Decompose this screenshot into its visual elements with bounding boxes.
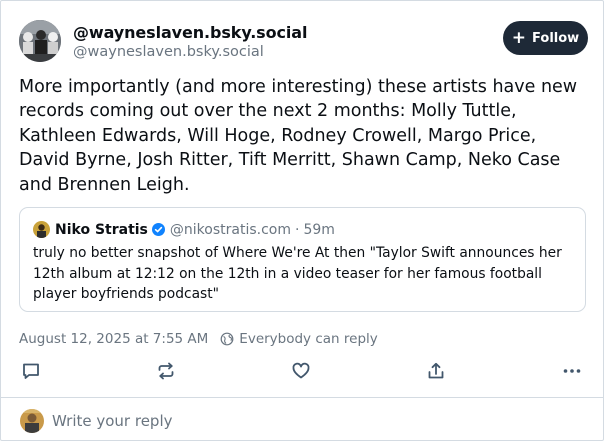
plus-icon: + [511,27,527,48]
current-user-avatar [20,409,44,433]
post-card: @wayneslaven.bsky.social @wayneslaven.bs… [0,0,604,441]
quoted-post-header: Niko Stratis @nikostratis.com · 59m [33,221,335,238]
reply-icon[interactable] [20,360,42,382]
divider [1,397,603,398]
post-meta: August 12, 2025 at 7:55 AM Everybody can… [19,331,378,347]
reply-input[interactable]: Write your reply [52,412,173,430]
like-icon[interactable] [290,360,312,382]
follow-button[interactable]: + Follow [503,21,588,55]
quoted-author-handle: @nikostratis.com [169,221,291,238]
author-avatar[interactable] [19,20,61,62]
quoted-post[interactable]: Niko Stratis @nikostratis.com · 59m trul… [19,207,586,312]
globe-icon [220,332,234,346]
quoted-author-name: Niko Stratis [55,221,148,238]
post-timestamp[interactable]: August 12, 2025 at 7:55 AM [19,331,208,347]
follow-label: Follow [532,30,580,46]
author-display-name[interactable]: @wayneslaven.bsky.social [73,23,307,42]
quoted-separator: · [294,221,300,238]
post-text: More importantly (and more interesting) … [19,77,578,195]
author-handle[interactable]: @wayneslaven.bsky.social [73,44,264,60]
share-icon[interactable] [425,360,447,382]
verified-badge-icon [151,223,165,236]
reply-setting[interactable]: Everybody can reply [239,331,377,347]
repost-icon[interactable] [155,360,177,382]
more-icon[interactable] [561,360,583,382]
quoted-author-avatar [33,221,50,238]
quoted-time: 59m [303,221,335,238]
quoted-post-text: truly no better snapshot of Where We're … [33,245,562,302]
